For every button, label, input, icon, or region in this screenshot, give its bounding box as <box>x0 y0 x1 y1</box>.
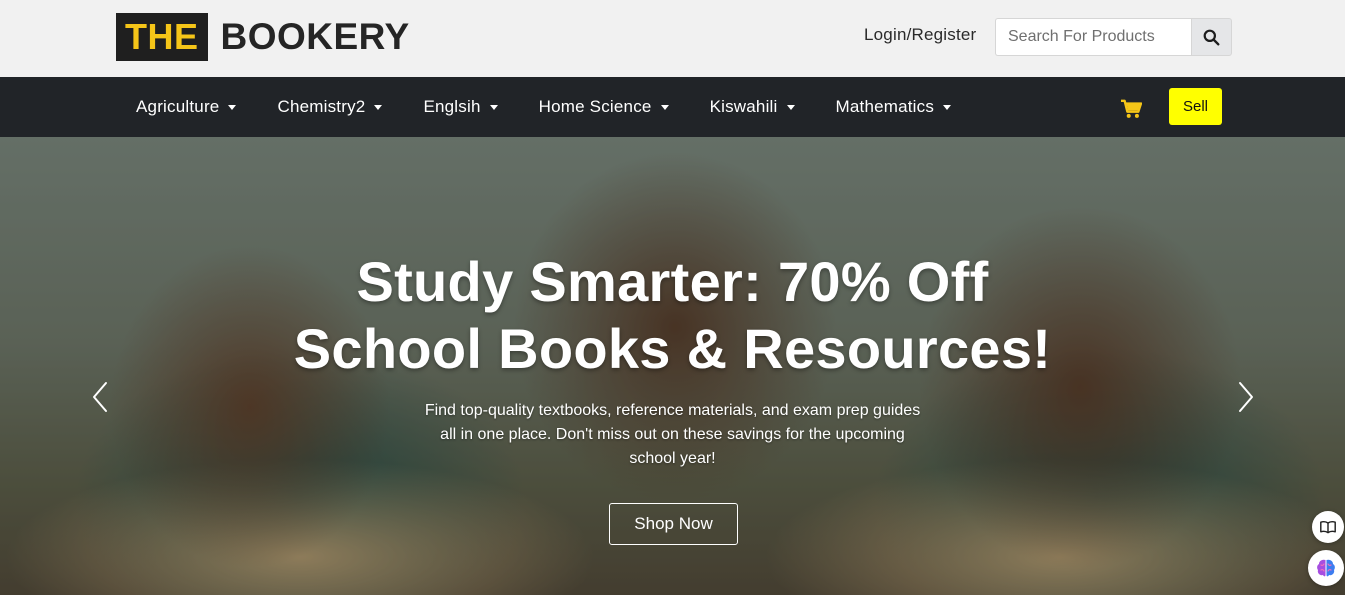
nav-item-label: Englsih <box>423 97 481 116</box>
nav-item-label: Agriculture <box>136 97 220 116</box>
shop-now-button[interactable]: Shop Now <box>609 503 738 545</box>
nav-item-kiswahili[interactable]: Kiswahili <box>700 77 805 137</box>
nav-item-agriculture[interactable]: Agriculture <box>126 77 246 137</box>
top-header: THE BOOKERY Login/Register <box>0 0 1345 77</box>
nav-item-home-science[interactable]: Home Science <box>529 77 679 137</box>
hero-subtitle-line-2: all in one place. Don't miss out on thes… <box>440 426 905 443</box>
caret-down-icon <box>374 104 383 110</box>
caret-down-icon <box>228 104 237 110</box>
caret-down-icon <box>660 104 669 110</box>
hero-subtitle: Find top-quality textbooks, reference ma… <box>385 399 960 471</box>
nav-item-label: Home Science <box>538 97 652 116</box>
chevron-right-icon[interactable] <box>1236 380 1256 414</box>
logo-bookery-text: BOOKERY <box>220 16 410 57</box>
login-register-link[interactable]: Login/Register <box>864 25 976 45</box>
site-logo[interactable]: THE BOOKERY <box>116 13 410 61</box>
nav-item-label: Chemistry2 <box>277 97 366 116</box>
nav-item-englsih[interactable]: Englsih <box>413 77 507 137</box>
hero-carousel: Study Smarter: 70% Off School Books & Re… <box>0 137 1345 595</box>
caret-down-icon <box>786 104 795 110</box>
shopping-cart-icon[interactable] <box>1120 99 1142 119</box>
logo-the-text: THE <box>116 13 208 61</box>
chevron-left-icon[interactable] <box>90 380 110 414</box>
hero-subtitle-line-3: school year! <box>629 450 716 467</box>
nav-item-chemistry2[interactable]: Chemistry2 <box>267 77 392 137</box>
category-navbar: Agriculture Chemistry2 Englsih Home Scie… <box>0 77 1345 137</box>
assistant-widget-button[interactable] <box>1308 550 1344 586</box>
category-menu: Agriculture Chemistry2 Englsih Home Scie… <box>126 77 982 137</box>
sell-button[interactable]: Sell <box>1169 88 1222 125</box>
nav-item-mathematics[interactable]: Mathematics <box>826 77 962 137</box>
hero-title-line-2: School Books & Resources! <box>293 317 1052 380</box>
caret-down-icon <box>943 104 952 110</box>
nav-item-label: Mathematics <box>835 97 935 116</box>
book-open-icon <box>1320 520 1336 534</box>
search-button[interactable] <box>1191 18 1232 56</box>
hero-title-line-1: Study Smarter: 70% Off <box>356 250 989 313</box>
reader-widget-button[interactable] <box>1312 511 1344 543</box>
nav-item-label: Kiswahili <box>709 97 778 116</box>
hero-subtitle-line-1: Find top-quality textbooks, reference ma… <box>424 402 921 419</box>
search-icon <box>1203 29 1220 45</box>
brain-icon <box>1317 559 1335 577</box>
search-input[interactable] <box>995 18 1191 56</box>
caret-down-icon <box>489 104 498 110</box>
search-bar <box>995 18 1232 56</box>
hero-title: Study Smarter: 70% Off School Books & Re… <box>0 248 1345 382</box>
